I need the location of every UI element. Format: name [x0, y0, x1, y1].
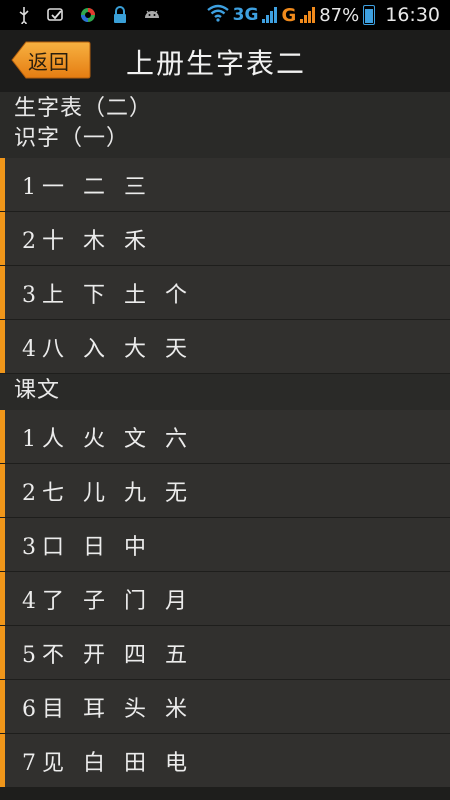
list-item[interactable]: 4了 子 门 月	[0, 572, 450, 626]
app-header: 返回 上册生字表二	[0, 30, 450, 92]
accent-bar	[0, 626, 5, 679]
section-header-texts: 课文	[0, 374, 450, 410]
accent-bar	[0, 212, 5, 265]
list-item[interactable]: 5不 开 四 五	[0, 626, 450, 680]
list-item-label: 4八 入 大 天	[22, 336, 193, 362]
section-title: 生字表（二）	[14, 96, 153, 121]
accent-bar	[0, 158, 5, 211]
list-item-label: 1人 火 文 六	[22, 426, 193, 452]
back-button[interactable]: 返回	[10, 40, 91, 80]
battery-percentage: 87%	[319, 4, 360, 26]
list-item-label: 3口 日 中	[22, 534, 152, 560]
system-status: 3G G 87% 16:30	[206, 3, 440, 27]
accent-bar	[0, 518, 5, 571]
list-item-label: 6目 耳 头 米	[22, 696, 193, 722]
network-type-label-2: G	[281, 4, 297, 26]
notification-icons	[14, 5, 162, 27]
clock: 16:30	[385, 4, 440, 26]
list-item-label: 3上 下 土 个	[22, 282, 193, 308]
battery-icon	[363, 5, 376, 25]
accent-bar	[0, 572, 5, 625]
list-item-label: 7见 白 田 电	[22, 750, 193, 776]
section-header-char-table: 生字表（二） 识字（一）	[0, 92, 450, 158]
usb-icon	[14, 6, 34, 27]
network-type-label: 3G	[232, 5, 259, 25]
signal-strength-icon	[262, 7, 278, 23]
accent-bar	[0, 266, 5, 319]
list-item[interactable]: 4八 入 大 天	[0, 320, 450, 374]
list-item-label: 2七 儿 九 无	[22, 480, 193, 506]
voicemail-icon	[46, 6, 66, 24]
list-item-label: 2十 木 禾	[22, 228, 152, 254]
list-item-label: 5不 开 四 五	[22, 642, 193, 668]
accent-bar	[0, 464, 5, 517]
list-item[interactable]: 3上 下 土 个	[0, 266, 450, 320]
accent-bar	[0, 320, 5, 373]
lesson-list: 生字表（二） 识字（一） 1一 二 三 2十 木 禾 3上 下 土 个 4八 入…	[0, 92, 450, 788]
app-circle-icon	[78, 6, 98, 24]
section-title: 课文	[14, 378, 61, 403]
wifi-icon	[206, 4, 229, 27]
accent-bar	[0, 680, 5, 733]
list-item[interactable]: 6目 耳 头 米	[0, 680, 450, 734]
list-item[interactable]: 7见 白 田 电	[0, 734, 450, 788]
list-item-label: 1一 二 三	[22, 174, 152, 200]
list-item[interactable]: 1一 二 三	[0, 158, 450, 212]
page-title: 上册生字表二	[126, 47, 307, 80]
accent-bar	[0, 734, 5, 787]
back-button-label: 返回	[28, 49, 70, 74]
lock-icon	[110, 6, 130, 24]
list-item[interactable]: 2十 木 禾	[0, 212, 450, 266]
android-icon	[142, 6, 162, 24]
list-item[interactable]: 1人 火 文 六	[0, 410, 450, 464]
list-item-label: 4了 子 门 月	[22, 588, 193, 614]
accent-bar	[0, 410, 5, 463]
list-item[interactable]: 2七 儿 九 无	[0, 464, 450, 518]
signal-strength-icon-2	[300, 7, 316, 23]
status-bar: 3G G 87% 16:30	[0, 0, 450, 30]
list-item[interactable]: 3口 日 中	[0, 518, 450, 572]
section-subtitle: 识字（一）	[14, 126, 130, 151]
